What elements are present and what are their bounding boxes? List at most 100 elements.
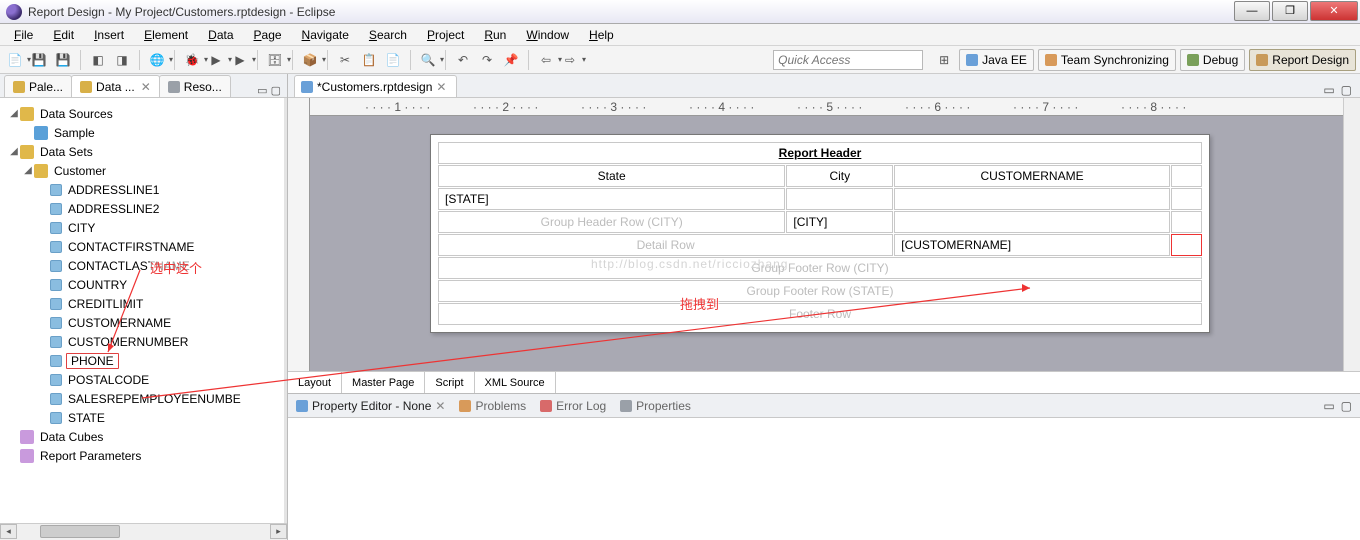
perspective-java-ee[interactable]: Java EE <box>959 49 1034 71</box>
prop-tab-problems[interactable]: Problems <box>459 399 526 413</box>
new-button[interactable]: 📄▾ <box>4 49 26 71</box>
group-footer-city-label[interactable]: Group Footer Row (CITY) <box>438 257 1202 279</box>
tree-item-addressline1[interactable]: ADDRESSLINE1 <box>4 180 280 199</box>
editor-subtab-master-page[interactable]: Master Page <box>342 372 425 393</box>
prop-tab-properties[interactable]: Properties <box>620 399 691 413</box>
debug-button[interactable]: 🐞▾ <box>181 49 203 71</box>
pin-button[interactable]: 📌 <box>500 49 522 71</box>
customername-data-cell[interactable]: [CUSTOMERNAME] <box>894 234 1170 256</box>
empty-cell[interactable] <box>894 188 1170 210</box>
tree-item-report-parameters[interactable]: Report Parameters <box>4 446 280 465</box>
detail-row-label[interactable]: Detail Row <box>438 234 893 256</box>
report-canvas[interactable]: Report Header StateCityCUSTOMERNAME [STA… <box>310 116 1343 371</box>
prop-minimize-icon[interactable]: ▭ <box>1323 399 1334 413</box>
empty-cell[interactable] <box>1171 188 1202 210</box>
vertical-scrollbar[interactable] <box>1343 98 1360 371</box>
save-all-button[interactable]: 💾 <box>52 49 74 71</box>
horizontal-scrollbar[interactable]: ◂ ▸ <box>0 523 287 540</box>
open-perspective-button[interactable]: ⊞ <box>933 49 955 71</box>
scroll-thumb[interactable] <box>40 525 120 538</box>
close-button[interactable]: ✕ <box>1310 1 1358 21</box>
tree-item-country[interactable]: COUNTRY <box>4 275 280 294</box>
copy-button[interactable]: 📋 <box>358 49 380 71</box>
editor-tab-customers[interactable]: *Customers.rptdesign ✕ <box>294 75 457 97</box>
column-header-cell[interactable]: City <box>786 165 893 187</box>
empty-cell[interactable] <box>894 211 1170 233</box>
menu-insert[interactable]: Insert <box>84 26 134 44</box>
minimize-button[interactable]: — <box>1234 1 1270 21</box>
menu-data[interactable]: Data <box>198 26 243 44</box>
menu-navigate[interactable]: Navigate <box>292 26 359 44</box>
menu-window[interactable]: Window <box>516 26 579 44</box>
prop-tab-property-editor-none[interactable]: Property Editor - None✕ <box>296 399 445 413</box>
perspective-debug[interactable]: Debug <box>1180 49 1245 71</box>
new-package-button[interactable]: 📦▾ <box>299 49 321 71</box>
tree-twisty-icon[interactable]: ◢ <box>8 146 20 157</box>
scroll-left-arrow[interactable]: ◂ <box>0 524 17 539</box>
prop-maximize-icon[interactable]: ▢ <box>1341 399 1352 413</box>
tree-item-phone[interactable]: PHONE <box>4 351 280 370</box>
view-tab-data[interactable]: Data ...✕ <box>71 75 160 97</box>
tree-item-data-sources[interactable]: ◢Data Sources <box>4 104 280 123</box>
close-prop-tab-icon[interactable]: ✕ <box>435 399 445 413</box>
editor-maximize-icon[interactable]: ▢ <box>1341 83 1352 97</box>
tree-twisty-icon[interactable]: ◢ <box>8 108 20 119</box>
save-button[interactable]: 💾 <box>28 49 50 71</box>
tree-item-customername[interactable]: CUSTOMERNAME <box>4 313 280 332</box>
data-explorer-tree[interactable]: ◢Data SourcesSample◢Data Sets◢CustomerAD… <box>0 98 284 471</box>
menu-page[interactable]: Page <box>244 26 292 44</box>
scroll-right-arrow[interactable]: ▸ <box>270 524 287 539</box>
redo-button[interactable]: ↷ <box>476 49 498 71</box>
view-minimize-icon[interactable]: ▭ ▢ <box>257 84 281 97</box>
undo-button[interactable]: ↶ <box>452 49 474 71</box>
quick-access-input[interactable] <box>773 50 923 70</box>
cut-button[interactable]: ✂ <box>334 49 356 71</box>
tree-item-customernumber[interactable]: CUSTOMERNUMBER <box>4 332 280 351</box>
tree-item-addressline2[interactable]: ADDRESSLINE2 <box>4 199 280 218</box>
editor-minimize-icon[interactable]: ▭ <box>1323 83 1334 97</box>
menu-help[interactable]: Help <box>579 26 624 44</box>
tree-item-state[interactable]: STATE <box>4 408 280 427</box>
editor-subtab-layout[interactable]: Layout <box>288 372 342 393</box>
new-server-button[interactable]: 🗄▾ <box>264 49 286 71</box>
paste-button[interactable]: 📄 <box>382 49 404 71</box>
menu-edit[interactable]: Edit <box>43 26 84 44</box>
column-header-cell[interactable]: State <box>438 165 785 187</box>
city-data-cell[interactable]: [CITY] <box>786 211 893 233</box>
tree-item-creditlimit[interactable]: CREDITLIMIT <box>4 294 280 313</box>
menu-search[interactable]: Search <box>359 26 417 44</box>
drop-target-cell[interactable] <box>1171 234 1202 256</box>
tree-item-contactlastname[interactable]: CONTACTLASTNAME <box>4 256 280 275</box>
menu-file[interactable]: File <box>4 26 43 44</box>
search-button[interactable]: 🔍▾ <box>417 49 439 71</box>
tree-item-sample[interactable]: Sample <box>4 123 280 142</box>
report-header-cell[interactable]: Report Header <box>438 142 1202 164</box>
nav-fwd-button[interactable]: ⇨▾ <box>559 49 581 71</box>
group-header-city-label[interactable]: Group Header Row (CITY) <box>438 211 785 233</box>
tree-twisty-icon[interactable]: ◢ <box>22 165 34 176</box>
menu-element[interactable]: Element <box>134 26 198 44</box>
menu-run[interactable]: Run <box>474 26 516 44</box>
nav-back-button[interactable]: ⇦▾ <box>535 49 557 71</box>
tree-item-data-sets[interactable]: ◢Data Sets <box>4 142 280 161</box>
run-report-button[interactable]: 🌐▾ <box>146 49 168 71</box>
report-page[interactable]: Report Header StateCityCUSTOMERNAME [STA… <box>430 134 1210 333</box>
run-ext-button[interactable]: ▶▾ <box>229 49 251 71</box>
column-header-cell[interactable]: CUSTOMERNAME <box>894 165 1170 187</box>
tree-item-city[interactable]: CITY <box>4 218 280 237</box>
empty-cell[interactable] <box>786 188 893 210</box>
tree-item-contactfirstname[interactable]: CONTACTFIRSTNAME <box>4 237 280 256</box>
empty-cell[interactable] <box>1171 211 1202 233</box>
perspective-report-design[interactable]: Report Design <box>1249 49 1356 71</box>
state-data-cell[interactable]: [STATE] <box>438 188 785 210</box>
column-header-cell[interactable] <box>1171 165 1202 187</box>
run-button[interactable]: ▶▾ <box>205 49 227 71</box>
close-view-icon[interactable]: ✕ <box>141 80 151 94</box>
tree-item-customer[interactable]: ◢Customer <box>4 161 280 180</box>
maximize-button[interactable]: ❐ <box>1272 1 1308 21</box>
toggle-button-1[interactable]: ◧ <box>87 49 109 71</box>
footer-row-label[interactable]: Footer Row <box>438 303 1202 325</box>
view-tab-pale[interactable]: Pale... <box>4 75 72 97</box>
view-tab-reso[interactable]: Reso... <box>159 75 231 97</box>
tree-item-salesrepemployeenumbe[interactable]: SALESREPEMPLOYEENUMBE <box>4 389 280 408</box>
